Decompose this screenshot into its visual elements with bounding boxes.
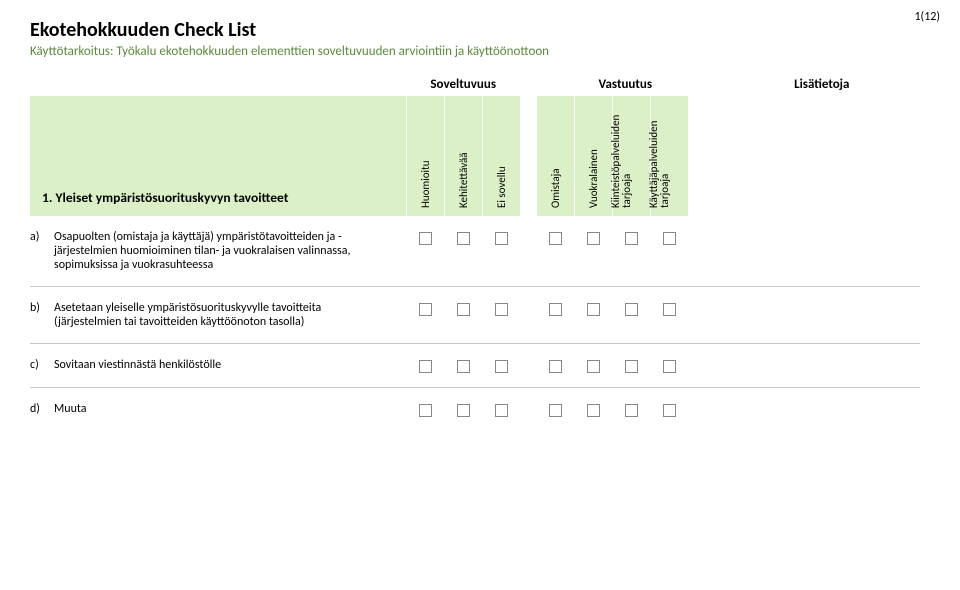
checklist-row: d)Muuta bbox=[30, 388, 920, 431]
group-header-vastuutus: Vastuutus bbox=[527, 77, 723, 92]
row-checkboxes bbox=[406, 358, 688, 373]
row-letter: a) bbox=[30, 230, 54, 272]
col-head-ei-sovellu: Ei sovellu bbox=[482, 96, 520, 216]
section-header-row: 1. Yleiset ympäristösuorituskyvyn tavoit… bbox=[30, 96, 920, 216]
checkbox[interactable] bbox=[587, 360, 600, 373]
checkbox[interactable] bbox=[495, 303, 508, 316]
row-letter: d) bbox=[30, 402, 54, 416]
checkbox[interactable] bbox=[625, 232, 638, 245]
checklist-row: b)Asetetaan yleiselle ympäristösuoritusk… bbox=[30, 287, 920, 344]
section-title-text: 1. Yleiset ympäristösuorituskyvyn tavoit… bbox=[42, 189, 288, 206]
row-letter: c) bbox=[30, 358, 54, 372]
row-label: c)Sovitaan viestinnästä henkilöstölle bbox=[30, 358, 406, 372]
checklist-rows: a)Osapuolten (omistaja ja käyttäjä) ympä… bbox=[30, 216, 920, 431]
page-number: 1(12) bbox=[914, 10, 940, 24]
checkbox[interactable] bbox=[495, 404, 508, 417]
checkbox[interactable] bbox=[625, 360, 638, 373]
row-text: Asetetaan yleiselle ympäristösuorituskyv… bbox=[54, 301, 386, 329]
checkbox[interactable] bbox=[625, 303, 638, 316]
page-subtitle: Käyttötarkoitus: Työkalu ekotehokkuuden … bbox=[30, 44, 920, 59]
checkbox[interactable] bbox=[457, 404, 470, 417]
checkbox[interactable] bbox=[457, 232, 470, 245]
checkbox[interactable] bbox=[549, 232, 562, 245]
col-head-huomioitu: Huomioitu bbox=[406, 96, 444, 216]
checkbox[interactable] bbox=[419, 303, 432, 316]
row-text: Osapuolten (omistaja ja käyttäjä) ympäri… bbox=[54, 230, 386, 272]
row-letter: b) bbox=[30, 301, 54, 329]
checkbox[interactable] bbox=[419, 404, 432, 417]
checkbox[interactable] bbox=[625, 404, 638, 417]
checkbox[interactable] bbox=[587, 232, 600, 245]
row-label: d)Muuta bbox=[30, 402, 406, 416]
row-text: Sovitaan viestinnästä henkilöstölle bbox=[54, 358, 221, 372]
checklist-row: a)Osapuolten (omistaja ja käyttäjä) ympä… bbox=[30, 216, 920, 287]
checkbox[interactable] bbox=[457, 303, 470, 316]
col-head-kehitettavaa: Kehitettävää bbox=[444, 96, 482, 216]
checkbox[interactable] bbox=[495, 360, 508, 373]
col-head-omistaja: Omistaja bbox=[536, 96, 574, 216]
row-checkboxes bbox=[406, 402, 688, 417]
checkbox[interactable] bbox=[495, 232, 508, 245]
group-header-soveltuvuus: Soveltuvuus bbox=[399, 77, 527, 92]
row-checkboxes bbox=[406, 230, 688, 245]
page-title: Ekotehokkuuden Check List bbox=[30, 18, 920, 42]
checkbox[interactable] bbox=[549, 360, 562, 373]
checkbox[interactable] bbox=[549, 303, 562, 316]
col-head-vuokralainen: Vuokralainen bbox=[574, 96, 612, 216]
checkbox[interactable] bbox=[587, 404, 600, 417]
checkbox[interactable] bbox=[663, 404, 676, 417]
checkbox[interactable] bbox=[549, 404, 562, 417]
checkbox[interactable] bbox=[457, 360, 470, 373]
row-checkboxes bbox=[406, 301, 688, 316]
checklist-row: c)Sovitaan viestinnästä henkilöstölle bbox=[30, 344, 920, 388]
checkbox[interactable] bbox=[663, 232, 676, 245]
group-header-lisatietoja: Lisätietoja bbox=[724, 77, 920, 92]
checkbox[interactable] bbox=[419, 232, 432, 245]
col-head-kiinteisto: Kiinteistöpalveluidentarjoaja bbox=[612, 96, 650, 216]
checkbox[interactable] bbox=[663, 360, 676, 373]
section-title: 1. Yleiset ympäristösuorituskyvyn tavoit… bbox=[30, 96, 406, 216]
col-head-kayttaja: Käyttäjäpalveluidentarjoaja bbox=[650, 96, 688, 216]
column-group-headers: Soveltuvuus Vastuutus Lisätietoja bbox=[30, 77, 920, 92]
row-label: b)Asetetaan yleiselle ympäristösuoritusk… bbox=[30, 301, 406, 329]
checkbox[interactable] bbox=[587, 303, 600, 316]
checkbox[interactable] bbox=[419, 360, 432, 373]
checkbox[interactable] bbox=[663, 303, 676, 316]
row-label: a)Osapuolten (omistaja ja käyttäjä) ympä… bbox=[30, 230, 406, 272]
row-text: Muuta bbox=[54, 402, 87, 416]
